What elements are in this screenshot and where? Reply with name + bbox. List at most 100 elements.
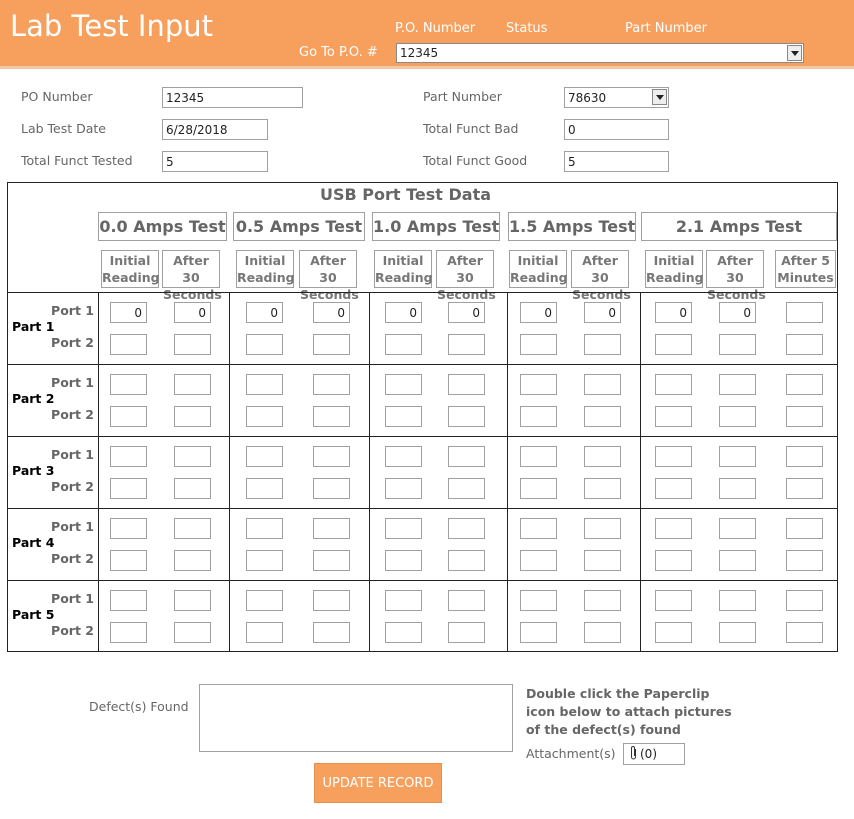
reading-input[interactable] xyxy=(655,374,692,395)
reading-input[interactable] xyxy=(246,518,283,539)
reading-input[interactable] xyxy=(174,550,211,571)
reading-input[interactable] xyxy=(584,374,621,395)
reading-input[interactable] xyxy=(385,406,422,427)
reading-input[interactable] xyxy=(313,446,350,467)
reading-input[interactable] xyxy=(786,374,823,395)
reading-input[interactable] xyxy=(385,374,422,395)
reading-input[interactable] xyxy=(786,550,823,571)
reading-input[interactable] xyxy=(110,374,147,395)
reading-input[interactable] xyxy=(110,478,147,499)
reading-input[interactable] xyxy=(584,622,621,643)
reading-input[interactable] xyxy=(520,518,557,539)
reading-input[interactable] xyxy=(786,406,823,427)
reading-input[interactable] xyxy=(385,446,422,467)
reading-input[interactable] xyxy=(719,406,756,427)
reading-input[interactable] xyxy=(385,550,422,571)
reading-input[interactable] xyxy=(448,478,485,499)
reading-input[interactable] xyxy=(719,590,756,611)
reading-input[interactable] xyxy=(520,446,557,467)
reading-input[interactable] xyxy=(448,550,485,571)
reading-input[interactable] xyxy=(786,622,823,643)
reading-input[interactable] xyxy=(385,334,422,355)
reading-input[interactable] xyxy=(655,550,692,571)
reading-input[interactable] xyxy=(448,334,485,355)
paperclip-icon[interactable] xyxy=(629,745,638,761)
reading-input[interactable] xyxy=(448,406,485,427)
update-record-button[interactable]: UPDATE RECORD xyxy=(314,763,442,803)
reading-input[interactable] xyxy=(719,478,756,499)
reading-input[interactable]: 0 xyxy=(448,302,485,323)
reading-input[interactable] xyxy=(655,446,692,467)
reading-input[interactable]: 0 xyxy=(719,302,756,323)
reading-input[interactable] xyxy=(313,622,350,643)
reading-input[interactable] xyxy=(110,550,147,571)
reading-input[interactable]: 0 xyxy=(655,302,692,323)
reading-input[interactable] xyxy=(786,590,823,611)
reading-input[interactable] xyxy=(448,590,485,611)
reading-input[interactable] xyxy=(110,518,147,539)
reading-input[interactable] xyxy=(313,590,350,611)
reading-input[interactable] xyxy=(719,334,756,355)
attachments-field[interactable]: (0) xyxy=(623,743,685,765)
reading-input[interactable] xyxy=(174,406,211,427)
reading-input[interactable] xyxy=(246,334,283,355)
reading-input[interactable] xyxy=(655,518,692,539)
reading-input[interactable] xyxy=(786,478,823,499)
reading-input[interactable] xyxy=(786,446,823,467)
reading-input[interactable] xyxy=(448,622,485,643)
reading-input[interactable] xyxy=(385,478,422,499)
reading-input[interactable]: 0 xyxy=(520,302,557,323)
reading-input[interactable] xyxy=(246,478,283,499)
reading-input[interactable] xyxy=(786,334,823,355)
reading-input[interactable] xyxy=(655,334,692,355)
reading-input[interactable] xyxy=(313,406,350,427)
reading-input[interactable] xyxy=(246,622,283,643)
reading-input[interactable] xyxy=(584,478,621,499)
reading-input[interactable] xyxy=(174,446,211,467)
reading-input[interactable] xyxy=(110,622,147,643)
reading-input[interactable] xyxy=(719,518,756,539)
reading-input[interactable] xyxy=(786,518,823,539)
reading-input[interactable] xyxy=(313,478,350,499)
reading-input[interactable] xyxy=(448,446,485,467)
reading-input[interactable] xyxy=(448,374,485,395)
reading-input[interactable] xyxy=(584,518,621,539)
reading-input[interactable] xyxy=(584,334,621,355)
reading-input[interactable] xyxy=(520,550,557,571)
reading-input[interactable] xyxy=(174,478,211,499)
reading-input[interactable] xyxy=(313,550,350,571)
reading-input[interactable] xyxy=(448,518,485,539)
lab-test-date-field[interactable]: 6/28/2018 xyxy=(162,119,268,140)
reading-input[interactable] xyxy=(520,478,557,499)
total-funct-good-field[interactable]: 5 xyxy=(564,151,669,172)
reading-input[interactable] xyxy=(584,406,621,427)
reading-input[interactable] xyxy=(246,374,283,395)
reading-input[interactable] xyxy=(520,334,557,355)
reading-input[interactable] xyxy=(246,446,283,467)
reading-input[interactable] xyxy=(655,590,692,611)
part-number-combobox[interactable]: 78630 xyxy=(564,87,669,108)
reading-input[interactable] xyxy=(385,518,422,539)
reading-input[interactable] xyxy=(584,550,621,571)
reading-input[interactable] xyxy=(313,334,350,355)
reading-input[interactable] xyxy=(520,374,557,395)
reading-input[interactable] xyxy=(719,622,756,643)
reading-input[interactable] xyxy=(655,406,692,427)
total-funct-tested-field[interactable]: 5 xyxy=(162,151,268,172)
goto-po-combobox[interactable]: 12345 xyxy=(396,43,804,63)
reading-input[interactable]: 0 xyxy=(584,302,621,323)
reading-input[interactable] xyxy=(655,478,692,499)
reading-input[interactable] xyxy=(520,622,557,643)
reading-input[interactable] xyxy=(110,590,147,611)
reading-input[interactable]: 0 xyxy=(246,302,283,323)
reading-input[interactable] xyxy=(655,622,692,643)
reading-input[interactable] xyxy=(110,446,147,467)
reading-input[interactable] xyxy=(110,406,147,427)
reading-input[interactable] xyxy=(174,334,211,355)
reading-input[interactable]: 0 xyxy=(110,302,147,323)
reading-input[interactable]: 0 xyxy=(313,302,350,323)
reading-input[interactable] xyxy=(313,374,350,395)
reading-input[interactable] xyxy=(110,334,147,355)
reading-input[interactable] xyxy=(584,446,621,467)
reading-input[interactable]: 0 xyxy=(385,302,422,323)
